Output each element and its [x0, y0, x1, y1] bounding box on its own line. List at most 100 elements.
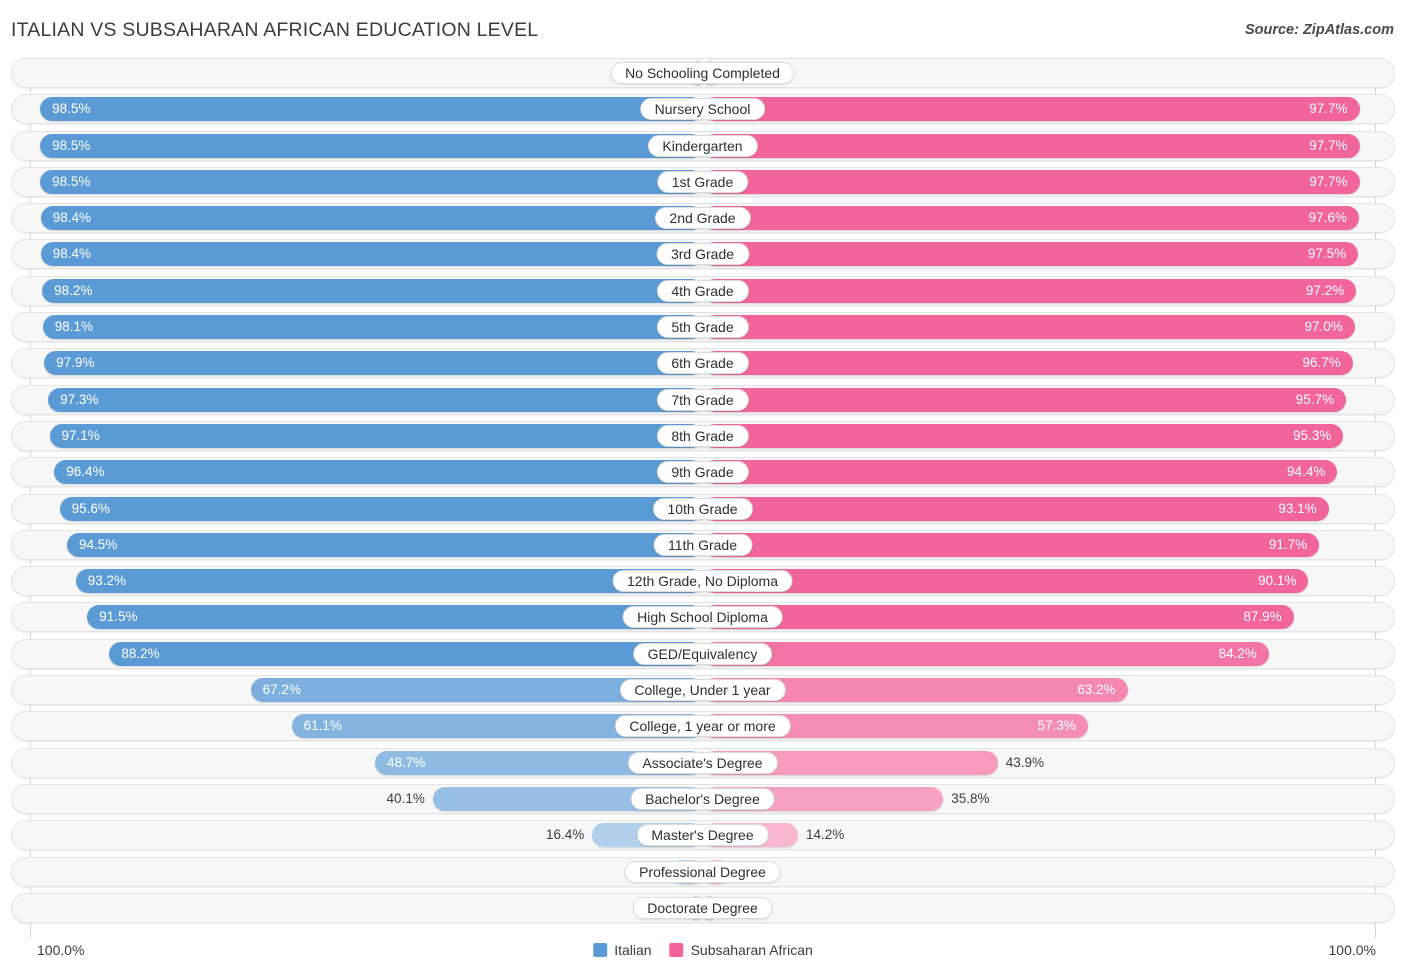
bar-italian[interactable]: 98.2% — [42, 278, 703, 303]
bar-italian[interactable]: 98.5% — [40, 133, 703, 158]
right-half: 97.6% — [702, 206, 1376, 231]
bar-subsaharan-african[interactable]: 87.9% — [702, 605, 1294, 630]
bar-subsaharan-african[interactable]: 97.5% — [702, 242, 1359, 267]
chart-row: 98.5% 97.7% Kindergarten — [0, 130, 1406, 161]
bar-italian[interactable]: 97.3% — [48, 387, 703, 412]
category-label: 10th Grade — [652, 497, 753, 520]
axis-min-label: 100.0% — [37, 942, 85, 958]
bar-value-italian: 98.5% — [52, 101, 91, 117]
chart-row: 91.5% 87.9% High School Diploma — [0, 602, 1406, 633]
category-label: Professional Degree — [624, 860, 781, 883]
chart-row: 95.6% 93.1% 10th Grade — [0, 493, 1406, 524]
chart-row: 97.9% 96.7% 6th Grade — [0, 348, 1406, 379]
bar-subsaharan-african[interactable]: 97.7% — [702, 97, 1360, 122]
bar-value-italian: 61.1% — [303, 718, 342, 734]
left-half: 97.3% — [30, 387, 703, 412]
bar-subsaharan-african[interactable]: 97.7% — [702, 133, 1360, 158]
left-half: 16.4% — [30, 823, 703, 848]
bar-italian[interactable]: 93.2% — [75, 569, 703, 594]
page-title: ITALIAN VS SUBSAHARAN AFRICAN EDUCATION … — [11, 19, 539, 41]
left-half: 40.1% — [30, 786, 703, 811]
category-label: 12th Grade, No Diploma — [612, 570, 793, 593]
category-label: Nursery School — [639, 98, 766, 121]
right-half: 96.7% — [702, 351, 1376, 376]
bar-value-subsaharan-african: 43.9% — [1005, 754, 1044, 770]
category-label: 5th Grade — [656, 316, 749, 339]
chart-row: 96.4% 94.4% 9th Grade — [0, 457, 1406, 488]
chart-rows: 1.5%2.3%No Schooling Completed 98.5% 97.7%… — [0, 58, 1406, 929]
row-bar-zone: 61.1% 57.3% College, 1 year or more — [30, 714, 1375, 739]
bar-value-subsaharan-african: 84.2% — [1218, 645, 1257, 661]
bar-value-subsaharan-african: 97.7% — [1309, 137, 1348, 153]
left-half: 97.1% — [30, 423, 703, 448]
legend-label: Italian — [614, 942, 652, 958]
bar-subsaharan-african[interactable]: 91.7% — [702, 532, 1320, 557]
category-label: College, Under 1 year — [619, 679, 786, 702]
right-half: 35.8% — [702, 786, 1376, 811]
bar-value-subsaharan-african: 87.9% — [1243, 609, 1282, 625]
bar-subsaharan-african[interactable]: 97.2% — [702, 278, 1357, 303]
chart-row: 48.7% 43.9% Associate's Degree — [0, 747, 1406, 778]
category-label: 9th Grade — [656, 461, 749, 484]
category-label: GED/Equivalency — [632, 642, 773, 665]
bar-italian[interactable]: 98.5% — [40, 169, 703, 194]
legend-item[interactable]: Italian — [593, 942, 652, 958]
bar-italian[interactable]: 96.4% — [54, 460, 703, 485]
bar-italian[interactable]: 98.1% — [42, 315, 703, 340]
row-bar-zone: 40.1% 35.8% Bachelor's Degree — [30, 786, 1376, 811]
row-bar-zone: 96.4% 94.4% 9th Grade — [30, 460, 1376, 485]
chart-page: ITALIAN VS SUBSAHARAN AFRICAN EDUCATION … — [0, 0, 1406, 975]
row-bar-zone: 2.0%1.8%Doctorate Degree — [30, 895, 1375, 920]
chart-row: 93.2% 90.1% 12th Grade, No Diploma — [0, 566, 1406, 597]
bar-value-subsaharan-african: 97.6% — [1308, 210, 1347, 226]
bar-italian[interactable]: 98.4% — [40, 242, 703, 267]
bar-subsaharan-african[interactable]: 84.2% — [702, 641, 1269, 666]
right-half: 97.7% — [702, 97, 1376, 122]
row-bar-zone: 16.4% 14.2% Master's Degree — [30, 823, 1375, 848]
bar-subsaharan-african[interactable]: 96.7% — [702, 351, 1353, 376]
bar-italian[interactable]: 95.6% — [59, 496, 703, 521]
right-half: 91.7% — [702, 532, 1376, 557]
bar-italian[interactable]: 94.5% — [67, 532, 703, 557]
source-attribution: Source: ZipAtlas.com — [1244, 22, 1394, 38]
chart-row: 16.4% 14.2% Master's Degree — [0, 820, 1406, 851]
bar-subsaharan-african[interactable]: 95.7% — [702, 387, 1347, 412]
bar-value-italian: 98.4% — [52, 210, 92, 226]
bar-value-subsaharan-african: 94.4% — [1287, 464, 1326, 480]
bar-value-italian: 88.2% — [121, 645, 160, 661]
bar-italian[interactable]: 97.1% — [49, 423, 703, 448]
category-label: 8th Grade — [656, 424, 749, 447]
bar-value-italian: 93.2% — [87, 573, 127, 589]
bar-italian[interactable]: 98.5% — [40, 97, 703, 122]
bar-value-subsaharan-african: 35.8% — [951, 790, 990, 806]
row-bar-zone: 97.9% 96.7% 6th Grade — [30, 351, 1376, 376]
left-half: 98.5% — [30, 133, 703, 158]
bar-value-italian: 48.7% — [387, 754, 426, 770]
legend-item[interactable]: Subsaharan African — [669, 942, 813, 958]
bar-subsaharan-african[interactable]: 97.7% — [702, 169, 1360, 194]
bar-subsaharan-african[interactable]: 97.0% — [702, 315, 1355, 340]
left-half: 93.2% — [30, 569, 703, 594]
bar-value-italian: 91.5% — [99, 609, 138, 625]
bar-subsaharan-african[interactable]: 95.3% — [702, 423, 1344, 448]
bar-subsaharan-african[interactable]: 94.4% — [702, 460, 1338, 485]
bar-italian[interactable]: 98.4% — [40, 206, 703, 231]
bar-value-subsaharan-african: 97.0% — [1304, 319, 1343, 335]
row-bar-zone: 91.5% 87.9% High School Diploma — [30, 605, 1376, 630]
legend-swatch-icon — [593, 943, 608, 957]
row-bar-zone: 67.2% 63.2% College, Under 1 year — [30, 678, 1376, 703]
bar-italian[interactable]: 97.9% — [44, 351, 703, 376]
chart-row: 98.5% 97.7% Nursery School — [0, 94, 1406, 125]
bar-italian[interactable]: 91.5% — [87, 605, 703, 630]
bar-italian[interactable]: 88.2% — [109, 641, 703, 666]
row-bar-zone: 4.8%4.1%Professional Degree — [30, 859, 1375, 884]
bar-subsaharan-african[interactable]: 90.1% — [702, 569, 1309, 594]
right-half: 94.4% — [702, 460, 1376, 485]
right-half: 63.2% — [702, 678, 1376, 703]
bar-subsaharan-african[interactable]: 97.6% — [702, 206, 1359, 231]
bar-value-italian: 98.4% — [52, 246, 92, 262]
bar-subsaharan-african[interactable]: 93.1% — [702, 496, 1329, 521]
category-label: Doctorate Degree — [632, 896, 773, 919]
bar-value-italian: 97.9% — [56, 355, 95, 371]
right-half: 87.9% — [702, 605, 1376, 630]
